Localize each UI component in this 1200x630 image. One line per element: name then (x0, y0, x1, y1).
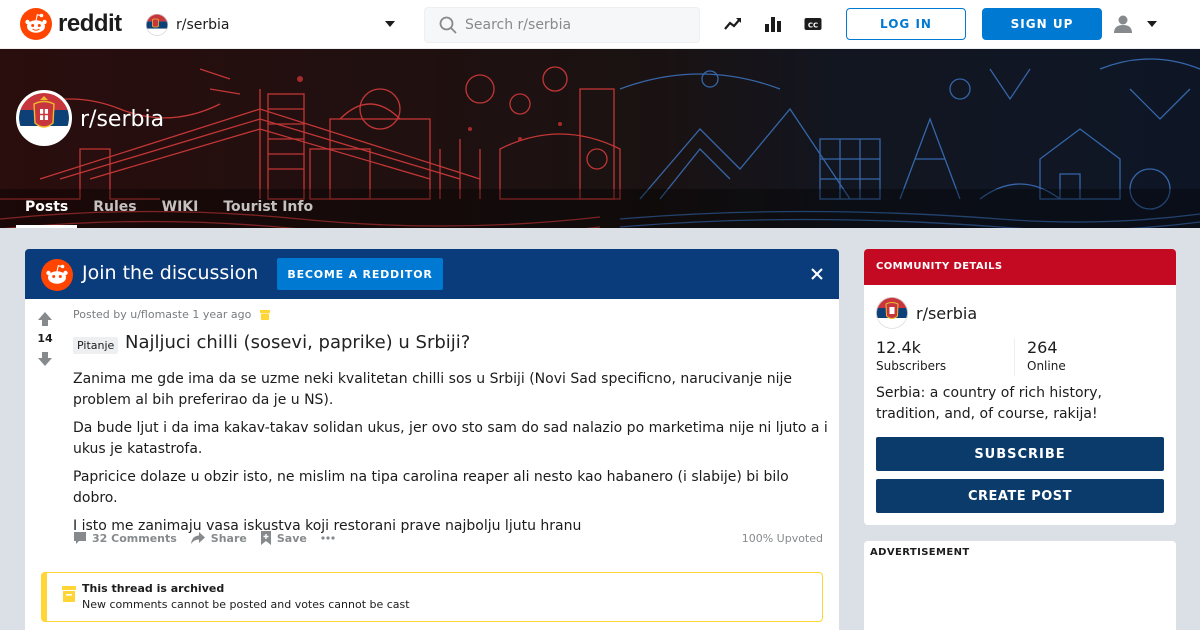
post-actions: 32 Comments Share Save (73, 531, 354, 545)
upvote-arrow-icon[interactable] (37, 311, 53, 327)
tab-wiki[interactable]: WIKI (162, 189, 199, 228)
post-flair[interactable]: Pitanje (73, 337, 119, 354)
tab-tourist-info[interactable]: Tourist Info (223, 189, 313, 228)
comments-label: 32 Comments (92, 531, 177, 545)
svg-text:CC: CC (808, 21, 818, 29)
community-tabs: Posts Rules WIKI Tourist Info (0, 189, 313, 228)
tab-posts[interactable]: Posts (15, 189, 78, 228)
post-card: 14 Posted by u/flomaste 1 year ago Pitan… (25, 299, 839, 630)
tab-rules[interactable]: Rules (93, 189, 136, 228)
search-input[interactable] (465, 17, 685, 33)
reddit-wordmark: reddit (58, 10, 122, 37)
community-details-header: COMMUNITY DETAILS (864, 249, 1176, 285)
user-menu[interactable] (1112, 12, 1162, 36)
post-paragraph: Papricice dolaze u obzir isto, ne mislim… (73, 469, 789, 506)
subscribers-count: 12.4k (876, 338, 921, 357)
bookmark-icon (260, 531, 271, 545)
upvoted-percentage: 100% Upvoted (741, 532, 823, 545)
top-navbar: reddit r/serbia CC LOG IN SIGN UP (0, 0, 1200, 49)
archived-text: New comments cannot be posted and votes … (82, 598, 410, 611)
subreddit-selector-label: r/serbia (176, 17, 230, 33)
subscribe-button[interactable]: SUBSCRIBE (876, 437, 1164, 471)
subscribers-stat: 12.4k Subscribers (876, 338, 946, 373)
create-post-button[interactable]: CREATE POST (876, 479, 1164, 513)
share-label: Share (210, 531, 247, 545)
community-description: Serbia: a country of rich history, tradi… (876, 385, 1103, 422)
online-label: Online (1027, 359, 1066, 373)
downvote-arrow-icon[interactable] (37, 351, 53, 367)
post-title[interactable]: Najljuci chilli (sosevi, paprike) u Srbi… (125, 332, 470, 353)
archived-box-icon (260, 309, 271, 320)
become-redditor-button[interactable]: BECOME A REDDITOR (277, 258, 443, 290)
leaderboard-icon[interactable] (763, 14, 783, 34)
sign-up-button[interactable]: SIGN UP (982, 8, 1102, 40)
community-title: r/serbia (80, 107, 165, 132)
archived-box-icon (62, 586, 76, 602)
advertisement-card: ADVERTISEMENT (864, 541, 1176, 630)
more-horizontal-icon (321, 536, 335, 540)
join-discussion-text: Join the discussion (82, 262, 259, 284)
serbia-flag-icon (19, 93, 69, 143)
online-stat: 264 Online (1027, 338, 1066, 373)
subreddit-selector[interactable]: r/serbia (146, 12, 396, 38)
close-icon[interactable] (805, 262, 829, 286)
comments-button[interactable]: 32 Comments (73, 531, 177, 545)
community-avatar (16, 90, 72, 146)
vote-count: 14 (37, 332, 53, 345)
comment-icon (74, 532, 86, 544)
search-bar[interactable] (424, 7, 700, 43)
archived-notice: This thread is archived New comments can… (41, 572, 823, 622)
log-in-button[interactable]: LOG IN (846, 8, 966, 40)
stats-divider (1014, 338, 1015, 376)
community-banner: r/serbia Posts Rules WIKI Tourist Info (0, 49, 1200, 228)
chevron-down-icon (385, 21, 395, 27)
post-paragraph: Zanima me gde ima da se uzme neki kvalit… (73, 371, 793, 408)
trending-icon[interactable] (723, 14, 743, 34)
join-discussion-bar: Join the discussion BECOME A REDDITOR (25, 249, 839, 299)
search-icon (439, 16, 457, 34)
share-icon (190, 532, 205, 544)
chevron-down-icon (1147, 21, 1157, 27)
online-count: 264 (1027, 338, 1058, 357)
save-label: Save (276, 531, 307, 545)
serbia-flag-icon (146, 14, 168, 36)
community-details-card: COMMUNITY DETAILS r/serbia 12.4k Subscri… (864, 249, 1176, 525)
share-button[interactable]: Share (190, 531, 247, 545)
serbia-flag-icon (876, 297, 908, 329)
community-avatar-small (876, 297, 908, 329)
snoo-icon (41, 259, 73, 291)
archived-title: This thread is archived (82, 582, 225, 595)
post-body: Zanima me gde ima da se uzme neki kvalit… (73, 369, 829, 544)
reddit-logo[interactable]: reddit (20, 8, 122, 40)
closed-captions-icon[interactable]: CC (803, 14, 823, 34)
advertisement-label: ADVERTISEMENT (870, 547, 970, 558)
more-options-button[interactable] (320, 531, 341, 545)
community-name[interactable]: r/serbia (916, 304, 977, 323)
posted-by-text: Posted by u/flomaste 1 year ago (73, 308, 252, 321)
user-icon (1114, 15, 1132, 33)
post-paragraph: Da bude ljut i da ima kakav-takav solida… (73, 420, 828, 457)
snoo-icon (20, 8, 52, 40)
post-meta: Posted by u/flomaste 1 year ago (73, 308, 271, 321)
subscribers-label: Subscribers (876, 359, 947, 373)
save-button[interactable]: Save (260, 531, 307, 545)
